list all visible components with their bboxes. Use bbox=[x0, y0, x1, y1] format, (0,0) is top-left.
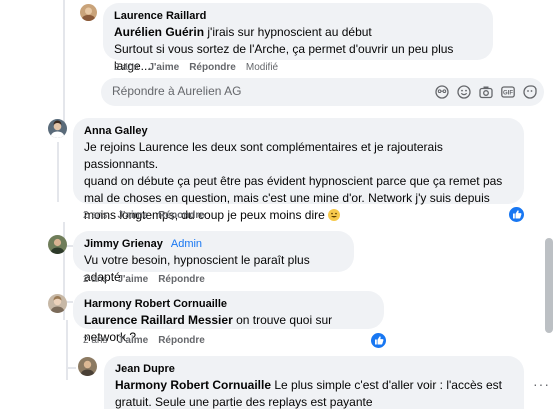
edited-label: Modifié bbox=[245, 62, 279, 73]
timestamp[interactable]: 2 ans bbox=[83, 274, 107, 285]
like-button[interactable]: J'aime bbox=[148, 62, 179, 73]
avatar-sticker-icon[interactable] bbox=[523, 85, 537, 99]
avatar[interactable] bbox=[48, 235, 67, 254]
comment-meta: 2 ans J'aime Répondre bbox=[83, 210, 215, 221]
comment-text: Aurélien Guérin j'irais sur hypnoscient … bbox=[114, 24, 481, 41]
thread-line bbox=[66, 320, 68, 380]
gif-icon[interactable]: GIF bbox=[501, 85, 515, 99]
avatar[interactable] bbox=[48, 119, 67, 138]
comment-text: Harmony Robert Cornuaille Le plus simple… bbox=[115, 377, 512, 394]
like-button[interactable]: J'aime bbox=[117, 274, 148, 285]
comment-meta: 2 ans J'aime Répondre bbox=[83, 274, 215, 285]
avatar[interactable] bbox=[80, 4, 97, 21]
grinning-emoji-icon bbox=[328, 209, 341, 221]
admin-badge: Admin bbox=[170, 238, 203, 250]
avatar[interactable] bbox=[78, 357, 97, 376]
author-name[interactable]: Jimmy Grienay bbox=[84, 238, 163, 250]
comment-text-line: gratuit. Seule une partie des replays es… bbox=[115, 395, 373, 409]
scrollbar-thumb[interactable] bbox=[545, 238, 553, 333]
emoji-icon[interactable] bbox=[457, 85, 471, 99]
mention-tag[interactable]: Laurence Raillard Messier bbox=[84, 313, 233, 327]
camera-icon[interactable] bbox=[479, 85, 493, 99]
reply-placeholder: Répondre à Aurelien AG bbox=[112, 84, 242, 98]
like-button[interactable]: J'aime bbox=[117, 335, 148, 346]
reply-button[interactable]: Répondre bbox=[158, 274, 205, 285]
comment-author[interactable]: Jean Dupre bbox=[115, 362, 512, 377]
reply-input[interactable]: Répondre à Aurelien AG GIF bbox=[101, 78, 544, 106]
comment-text-line: Le plus simple c'est d'aller voir : l'ac… bbox=[271, 378, 502, 392]
thread-line bbox=[63, 0, 65, 122]
comment-bubble: Laurence Raillard Aurélien Guérin j'irai… bbox=[103, 3, 493, 73]
comment-bubble: Harmony Robert Cornuaille Laurence Raill… bbox=[73, 291, 384, 344]
mention-tag[interactable]: Harmony Robert Cornuaille bbox=[115, 378, 271, 392]
comment-meta: 2 ans J'aime Répondre Modifié bbox=[114, 62, 288, 73]
comment-author[interactable]: Laurence Raillard bbox=[114, 9, 481, 24]
comment-bubble: Anna Galley Je rejoins Laurence les deux… bbox=[73, 118, 524, 222]
timestamp[interactable]: 2 ans bbox=[114, 62, 138, 73]
thread-line bbox=[66, 367, 76, 369]
comment-text-line: mal de choses en question, mais c'est un… bbox=[84, 191, 490, 205]
like-button[interactable]: J'aime bbox=[117, 210, 148, 221]
reply-button[interactable]: Répondre bbox=[189, 62, 236, 73]
comment-author[interactable]: Harmony Robert Cornuaille bbox=[84, 297, 372, 312]
more-options-icon[interactable]: ··· bbox=[533, 376, 550, 392]
sticker-icon[interactable] bbox=[435, 85, 449, 99]
thread-line bbox=[57, 142, 59, 202]
mention-tag[interactable]: Aurélien Guérin bbox=[114, 25, 204, 39]
comment-text-line: j'irais sur hypnoscient au début bbox=[204, 25, 372, 39]
timestamp[interactable]: 2 ans bbox=[83, 335, 107, 346]
comment-thread: Laurence Raillard Aurélien Guérin j'irai… bbox=[0, 0, 558, 409]
comment-meta: 2 ans J'aime Répondre bbox=[83, 335, 215, 346]
timestamp[interactable]: 2 ans bbox=[83, 210, 107, 221]
comment-text-line: quand on débute ça peut être pas évident… bbox=[84, 174, 503, 188]
comment-author[interactable]: Anna Galley bbox=[84, 124, 512, 139]
reply-button[interactable]: Répondre bbox=[158, 210, 205, 221]
like-reaction-icon[interactable] bbox=[369, 331, 388, 350]
comment-bubble: Jean Dupre Harmony Robert Cornuaille Le … bbox=[104, 356, 524, 409]
avatar[interactable] bbox=[48, 294, 67, 313]
comment-bubble: Jimmy Grienay Admin Vu votre besoin, hypn… bbox=[73, 231, 354, 284]
reply-button[interactable]: Répondre bbox=[158, 335, 205, 346]
comment-text-line: Je rejoins Laurence les deux sont complé… bbox=[84, 140, 443, 171]
svg-text:GIF: GIF bbox=[503, 91, 513, 97]
comment-author[interactable]: Jimmy Grienay Admin bbox=[84, 237, 342, 252]
like-reaction-icon[interactable] bbox=[507, 205, 526, 224]
